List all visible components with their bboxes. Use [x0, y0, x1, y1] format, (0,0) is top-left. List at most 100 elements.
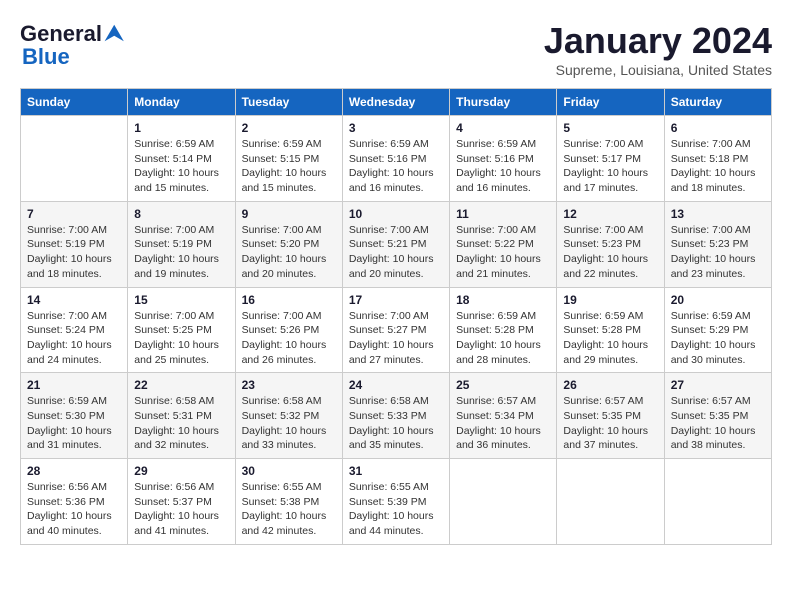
day-number: 5	[563, 121, 657, 135]
col-monday: Monday	[128, 89, 235, 116]
day-info: Sunrise: 6:55 AM Sunset: 5:38 PM Dayligh…	[242, 480, 336, 539]
day-number: 10	[349, 207, 443, 221]
page-header: General ⮝ Blue January 2024 Supreme, Lou…	[20, 20, 772, 78]
table-row: 30 Sunrise: 6:55 AM Sunset: 5:38 PM Dayli…	[235, 459, 342, 545]
day-number: 26	[563, 378, 657, 392]
day-number: 6	[671, 121, 765, 135]
table-row: 2Sunrise: 6:59 AM Sunset: 5:15 PM Daylig…	[235, 116, 342, 202]
calendar-week-row: 28Sunrise: 6:56 AM Sunset: 5:36 PM Dayli…	[21, 459, 772, 545]
table-row: 16 Sunrise: 7:00 AM Sunset: 5:26 PM Dayli…	[235, 287, 342, 373]
day-info: Sunrise: 7:00 AM Sunset: 5:19 PM Dayligh…	[134, 223, 228, 282]
table-row: 23 Sunrise: 6:58 AM Sunset: 5:32 PM Dayli…	[235, 373, 342, 459]
day-number: 27	[671, 378, 765, 392]
col-friday: Friday	[557, 89, 664, 116]
day-number: 1	[134, 121, 228, 135]
location-subtitle: Supreme, Louisiana, United States	[544, 62, 772, 78]
calendar-week-row: 14 Sunrise: 7:00 AM Sunset: 5:24 PM Dayli…	[21, 287, 772, 373]
day-info: Sunrise: 7:00 AM Sunset: 5:26 PM Dayligh…	[242, 309, 336, 368]
day-info: Sunrise: 6:55 AM Sunset: 5:39 PM Dayligh…	[349, 480, 443, 539]
col-saturday: Saturday	[664, 89, 771, 116]
month-title: January 2024	[544, 20, 772, 62]
day-number: 30	[242, 464, 336, 478]
table-row: 25 Sunrise: 6:57 AM Sunset: 5:34 PM Dayli…	[450, 373, 557, 459]
table-row: 3 Sunrise: 6:59 AM Sunset: 5:16 PM Daylig…	[342, 116, 449, 202]
day-number: 4	[456, 121, 550, 135]
day-number: 29	[134, 464, 228, 478]
table-row: 21 Sunrise: 6:59 AM Sunset: 5:30 PM Dayli…	[21, 373, 128, 459]
day-info: Sunrise: 7:00 AM Sunset: 5:22 PM Dayligh…	[456, 223, 550, 282]
table-row: 26 Sunrise: 6:57 AM Sunset: 5:35 PM Dayli…	[557, 373, 664, 459]
day-info: Sunrise: 6:59 AM Sunset: 5:28 PM Dayligh…	[563, 309, 657, 368]
day-number: 31	[349, 464, 443, 478]
table-row: 12Sunrise: 7:00 AM Sunset: 5:23 PM Dayli…	[557, 201, 664, 287]
logo: General ⮝ Blue	[20, 20, 124, 70]
day-number: 3	[349, 121, 443, 135]
day-number: 16	[242, 293, 336, 307]
calendar-week-row: 21 Sunrise: 6:59 AM Sunset: 5:30 PM Dayli…	[21, 373, 772, 459]
day-info: Sunrise: 6:57 AM Sunset: 5:34 PM Dayligh…	[456, 394, 550, 453]
day-info: Sunrise: 7:00 AM Sunset: 5:18 PM Dayligh…	[671, 137, 765, 196]
col-wednesday: Wednesday	[342, 89, 449, 116]
table-row: 7 Sunrise: 7:00 AM Sunset: 5:19 PM Daylig…	[21, 201, 128, 287]
table-row: 15Sunrise: 7:00 AM Sunset: 5:25 PM Dayli…	[128, 287, 235, 373]
day-info: Sunrise: 6:59 AM Sunset: 5:30 PM Dayligh…	[27, 394, 121, 453]
day-number: 15	[134, 293, 228, 307]
day-number: 7	[27, 207, 121, 221]
calendar-week-row: 1 Sunrise: 6:59 AM Sunset: 5:14 PM Daylig…	[21, 116, 772, 202]
day-number: 17	[349, 293, 443, 307]
calendar-week-row: 7 Sunrise: 7:00 AM Sunset: 5:19 PM Daylig…	[21, 201, 772, 287]
table-row: 6 Sunrise: 7:00 AM Sunset: 5:18 PM Daylig…	[664, 116, 771, 202]
day-info: Sunrise: 7:00 AM Sunset: 5:23 PM Dayligh…	[671, 223, 765, 282]
day-info: Sunrise: 7:00 AM Sunset: 5:24 PM Dayligh…	[27, 309, 121, 368]
day-info: Sunrise: 7:00 AM Sunset: 5:20 PM Dayligh…	[242, 223, 336, 282]
day-info: Sunrise: 6:59 AM Sunset: 5:28 PM Dayligh…	[456, 309, 550, 368]
col-thursday: Thursday	[450, 89, 557, 116]
table-row: 19 Sunrise: 6:59 AM Sunset: 5:28 PM Dayli…	[557, 287, 664, 373]
day-number: 23	[242, 378, 336, 392]
table-row: 24 Sunrise: 6:58 AM Sunset: 5:33 PM Dayli…	[342, 373, 449, 459]
calendar-table: Sunday Monday Tuesday Wednesday Thursday…	[20, 88, 772, 545]
day-number: 12	[563, 207, 657, 221]
day-number: 14	[27, 293, 121, 307]
day-info: Sunrise: 6:56 AM Sunset: 5:37 PM Dayligh…	[134, 480, 228, 539]
table-row: 4 Sunrise: 6:59 AM Sunset: 5:16 PM Daylig…	[450, 116, 557, 202]
day-number: 2	[242, 121, 336, 135]
col-sunday: Sunday	[21, 89, 128, 116]
day-info: Sunrise: 6:58 AM Sunset: 5:32 PM Dayligh…	[242, 394, 336, 453]
day-number: 19	[563, 293, 657, 307]
title-block: January 2024 Supreme, Louisiana, United …	[544, 20, 772, 78]
table-row: 29 Sunrise: 6:56 AM Sunset: 5:37 PM Dayli…	[128, 459, 235, 545]
day-number: 18	[456, 293, 550, 307]
logo-bird-icon: ⮝	[104, 20, 124, 48]
day-info: Sunrise: 6:59 AM Sunset: 5:16 PM Dayligh…	[349, 137, 443, 196]
day-number: 20	[671, 293, 765, 307]
day-info: Sunrise: 6:57 AM Sunset: 5:35 PM Dayligh…	[563, 394, 657, 453]
day-info: Sunrise: 6:58 AM Sunset: 5:31 PM Dayligh…	[134, 394, 228, 453]
table-row: 31 Sunrise: 6:55 AM Sunset: 5:39 PM Dayli…	[342, 459, 449, 545]
day-number: 21	[27, 378, 121, 392]
day-info: Sunrise: 7:00 AM Sunset: 5:17 PM Dayligh…	[563, 137, 657, 196]
table-row: 10 Sunrise: 7:00 AM Sunset: 5:21 PM Dayli…	[342, 201, 449, 287]
day-number: 24	[349, 378, 443, 392]
day-info: Sunrise: 6:59 AM Sunset: 5:16 PM Dayligh…	[456, 137, 550, 196]
table-row: 27 Sunrise: 6:57 AM Sunset: 5:35 PM Dayli…	[664, 373, 771, 459]
day-info: Sunrise: 7:00 AM Sunset: 5:21 PM Dayligh…	[349, 223, 443, 282]
day-number: 25	[456, 378, 550, 392]
day-info: Sunrise: 6:58 AM Sunset: 5:33 PM Dayligh…	[349, 394, 443, 453]
day-info: Sunrise: 7:00 AM Sunset: 5:27 PM Dayligh…	[349, 309, 443, 368]
day-info: Sunrise: 6:57 AM Sunset: 5:35 PM Dayligh…	[671, 394, 765, 453]
table-row: 14 Sunrise: 7:00 AM Sunset: 5:24 PM Dayli…	[21, 287, 128, 373]
logo-blue-text: Blue	[22, 44, 70, 70]
table-row: 11 Sunrise: 7:00 AM Sunset: 5:22 PM Dayli…	[450, 201, 557, 287]
day-info: Sunrise: 7:00 AM Sunset: 5:19 PM Dayligh…	[27, 223, 121, 282]
day-number: 28	[27, 464, 121, 478]
table-row	[450, 459, 557, 545]
day-info: Sunrise: 6:59 AM Sunset: 5:14 PM Dayligh…	[134, 137, 228, 196]
day-number: 9	[242, 207, 336, 221]
day-number: 11	[456, 207, 550, 221]
table-row: 28Sunrise: 6:56 AM Sunset: 5:36 PM Dayli…	[21, 459, 128, 545]
day-number: 22	[134, 378, 228, 392]
table-row: 13Sunrise: 7:00 AM Sunset: 5:23 PM Dayli…	[664, 201, 771, 287]
table-row: 22 Sunrise: 6:58 AM Sunset: 5:31 PM Dayli…	[128, 373, 235, 459]
day-number: 8	[134, 207, 228, 221]
